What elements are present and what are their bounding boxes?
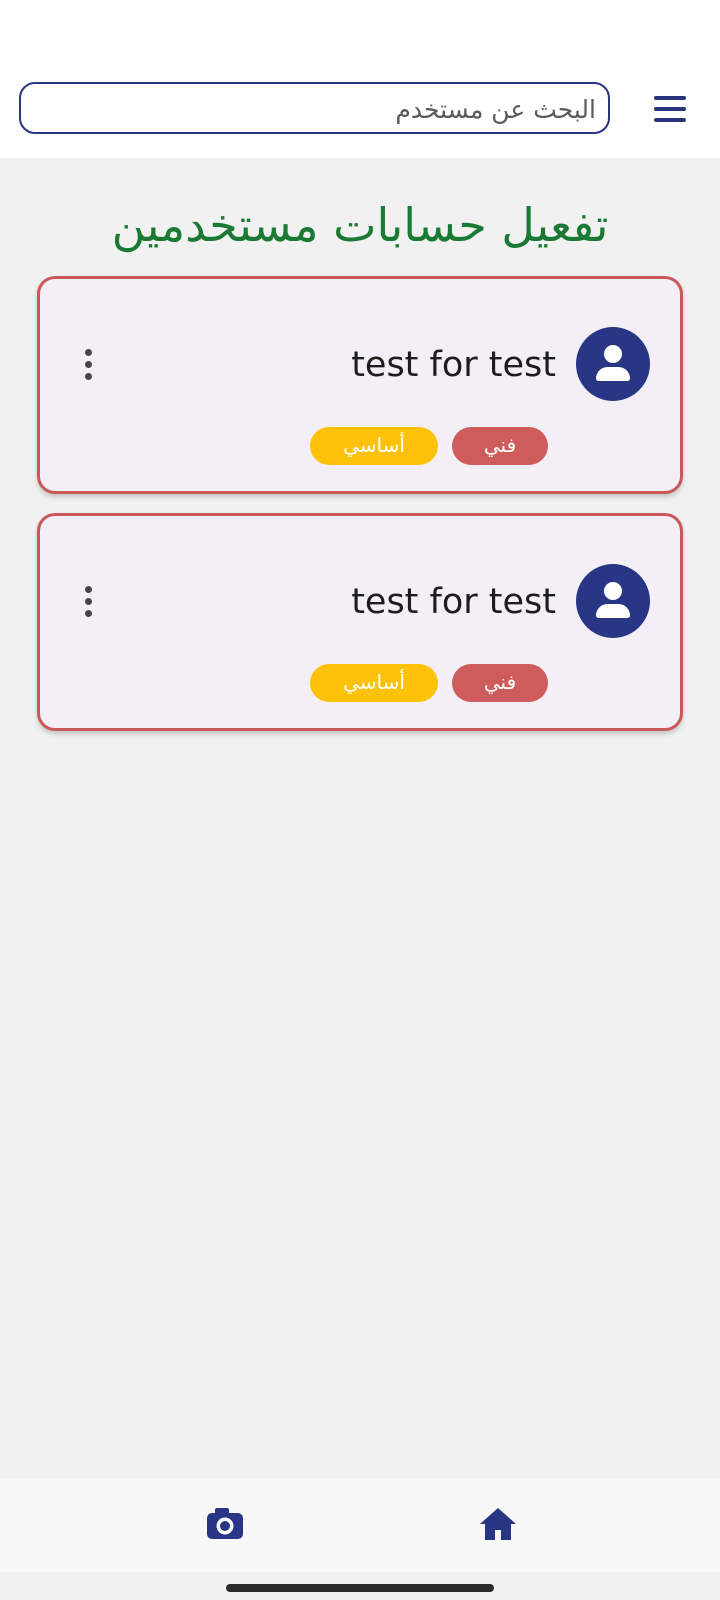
home-indicator [226, 1584, 494, 1592]
search-input[interactable] [35, 84, 598, 134]
person-icon [576, 327, 650, 401]
role-tag-technical: فني [452, 427, 548, 465]
bottom-navigation [0, 1478, 720, 1572]
role-tag-basic: أساسي [310, 427, 438, 465]
hamburger-menu-icon[interactable] [650, 96, 688, 124]
page-title: تفعيل حسابات مستخدمين [111, 198, 609, 252]
camera-icon[interactable] [203, 1504, 247, 1544]
more-options-icon[interactable] [78, 347, 98, 383]
top-app-bar [0, 0, 720, 158]
person-icon [576, 564, 650, 638]
search-field[interactable] [19, 82, 610, 134]
role-tag-technical: فني [452, 664, 548, 702]
user-name: test for test [351, 345, 556, 385]
user-card[interactable]: test for test فني أساسي [37, 276, 683, 494]
home-icon[interactable] [476, 1504, 520, 1544]
more-options-icon[interactable] [78, 584, 98, 620]
user-card[interactable]: test for test فني أساسي [37, 513, 683, 731]
user-name: test for test [351, 582, 556, 622]
role-tag-basic: أساسي [310, 664, 438, 702]
